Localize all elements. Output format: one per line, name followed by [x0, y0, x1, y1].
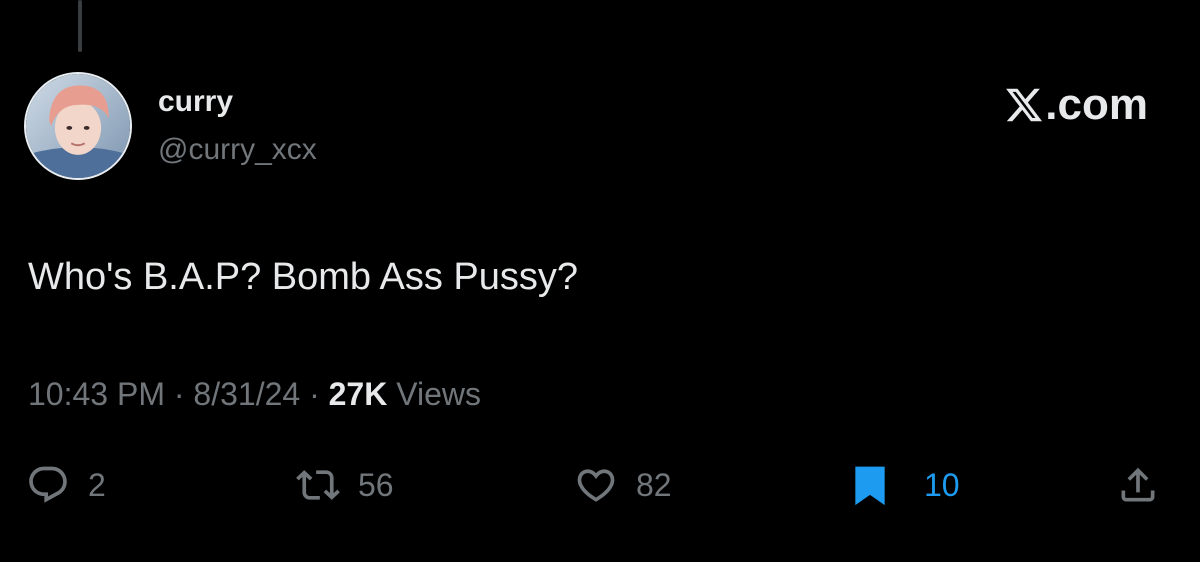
brand-suffix: .com: [1045, 80, 1148, 129]
reply-count: 2: [88, 467, 106, 503]
tweet-date[interactable]: 8/31/24: [193, 376, 300, 412]
repost-button[interactable]: 56: [296, 460, 394, 510]
like-count: 82: [636, 467, 672, 503]
x-logo-icon: [1006, 88, 1043, 122]
display-name[interactable]: curry: [158, 84, 233, 120]
repost-count: 56: [358, 467, 394, 503]
meta-separator: ·: [173, 376, 185, 412]
tweet-metadata: 10:43 PM · 8/31/24 · 27K Views: [28, 374, 481, 414]
views-label: Views: [396, 376, 481, 412]
bookmark-button[interactable]: 10: [848, 460, 960, 510]
tweet-time[interactable]: 10:43 PM: [28, 376, 165, 412]
like-button[interactable]: 82: [574, 460, 672, 510]
bookmark-count: 10: [924, 467, 960, 503]
repost-icon: [296, 470, 340, 500]
x-com-brand: .com: [1004, 82, 1148, 128]
share-button[interactable]: [1116, 460, 1160, 510]
heart-icon: [577, 469, 615, 502]
avatar-image: [26, 74, 130, 178]
avatar[interactable]: [24, 72, 132, 180]
thread-connector-line: [78, 0, 82, 52]
views-count: 27K: [328, 376, 388, 412]
reply-button[interactable]: 2: [26, 460, 106, 510]
user-handle[interactable]: @curry_xcx: [158, 132, 317, 168]
reply-icon: [29, 466, 67, 503]
meta-separator: ·: [309, 376, 320, 412]
tweet-text: Who's B.A.P? Bomb Ass Pussy?: [28, 256, 579, 298]
bookmark-icon: [855, 466, 885, 506]
share-icon: [1121, 467, 1155, 502]
